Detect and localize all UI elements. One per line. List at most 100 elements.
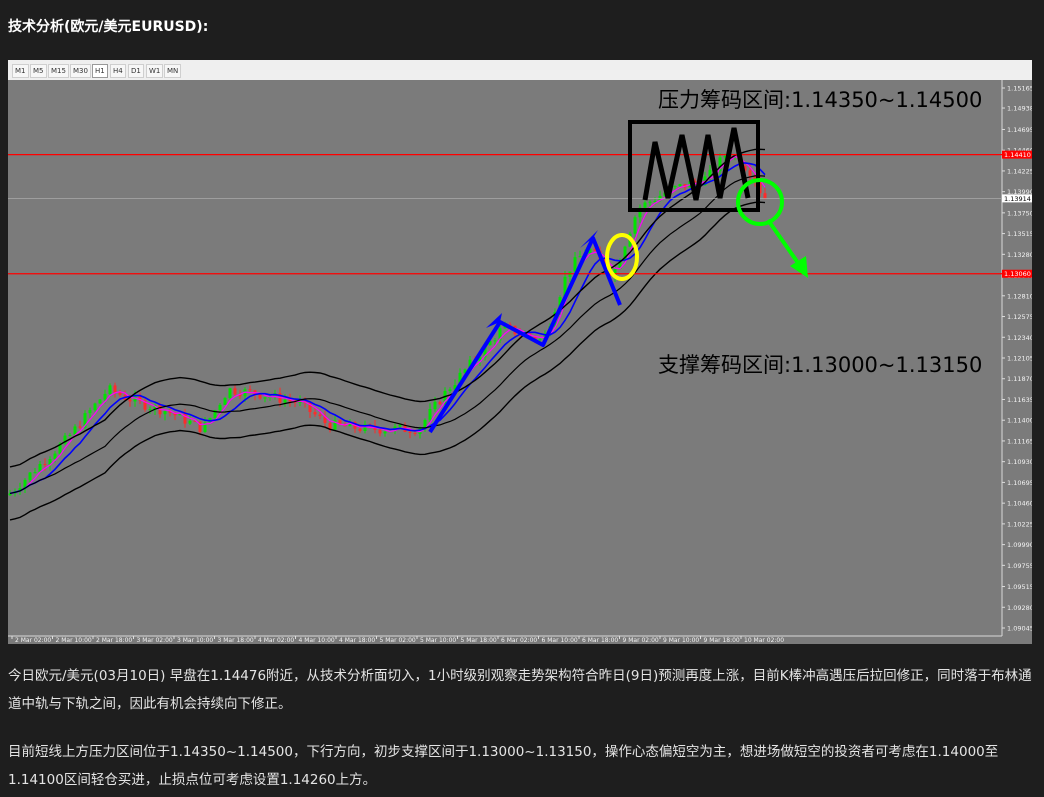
candle-body	[263, 397, 267, 399]
candlestick-chart: 1.151651.149381.146951.144601.142251.139…	[8, 80, 1032, 644]
candle-body	[43, 463, 47, 465]
time-tick-label: 4 Mar 10:00	[299, 637, 335, 644]
resistance-zone-label: 压力筹码区间:1.14350~1.14500	[658, 88, 982, 112]
price-tick-label: 1.14938	[1007, 105, 1032, 113]
price-tick-label: 1.10930	[1007, 458, 1032, 466]
price-tick-label: 1.11400	[1007, 417, 1032, 425]
time-tick-label: 3 Mar 18:00	[218, 637, 254, 644]
price-tick-label: 1.09515	[1007, 583, 1032, 591]
time-tick-label: 5 Mar 18:00	[461, 637, 497, 644]
timeframe-h1-button[interactable]: H1	[92, 64, 108, 78]
timeframe-toolbar: M1 M5 M15 M30 H1 H4 D1 W1 MN	[8, 60, 1032, 81]
candle-body	[88, 410, 92, 414]
timeframe-m1-button[interactable]: M1	[12, 64, 29, 78]
time-tick-label: 5 Mar 02:00	[380, 637, 416, 644]
time-tick-label: 9 Mar 18:00	[704, 637, 740, 644]
timeframe-w1-button[interactable]: W1	[146, 64, 164, 78]
candle-body	[228, 388, 232, 398]
candle-body	[318, 414, 322, 417]
candle-body	[283, 399, 287, 403]
time-tick-label: 9 Mar 02:00	[623, 637, 659, 644]
candle-body	[248, 389, 252, 391]
candle-body	[438, 401, 442, 405]
time-tick-label: 3 Mar 02:00	[137, 637, 173, 644]
candle-body	[433, 401, 437, 410]
candle-body	[678, 184, 682, 187]
timeframe-m5-button[interactable]: M5	[30, 64, 47, 78]
candle-body	[78, 426, 82, 428]
price-tick-label: 1.13515	[1007, 230, 1032, 238]
price-tick-label: 1.12575	[1007, 313, 1032, 321]
candle-body	[98, 399, 102, 404]
candle-body	[748, 170, 752, 176]
price-tick-label: 1.12340	[1007, 334, 1032, 342]
candle-body	[163, 411, 167, 415]
analysis-paragraph-2: 目前短线上方压力区间位于1.14350~1.14500，下行方向，初步支撑区间于…	[8, 744, 999, 788]
candle-body	[183, 413, 187, 424]
candle-body	[233, 388, 237, 395]
timeframe-m15-button[interactable]: M15	[48, 64, 69, 78]
page-title: 技术分析(欧元/美元EURUSD):	[8, 19, 209, 35]
price-tick-label: 1.09755	[1007, 562, 1032, 570]
time-tick-label: 2 Mar 10:00	[56, 637, 92, 644]
candle-body	[103, 393, 107, 400]
price-tick-label: 1.09990	[1007, 541, 1032, 549]
time-tick-label: 2 Mar 02:00	[15, 637, 51, 644]
candle-body	[358, 428, 362, 431]
price-tick-label: 1.11635	[1007, 396, 1032, 404]
candle-body	[633, 217, 637, 234]
time-tick-label: 6 Mar 18:00	[582, 637, 618, 644]
candle-body	[643, 202, 647, 208]
candle-body	[53, 453, 57, 460]
resistance-price-label: 1.14410	[1004, 151, 1031, 159]
time-tick-label: 4 Mar 02:00	[258, 637, 294, 644]
price-tick-label: 1.15165	[1007, 85, 1032, 93]
price-tick-label: 1.11165	[1007, 437, 1032, 445]
timeframe-d1-button[interactable]: D1	[128, 64, 144, 78]
price-tick-label: 1.10225	[1007, 520, 1032, 528]
price-tick-label: 1.14225	[1007, 167, 1032, 175]
time-tick-label: 6 Mar 10:00	[542, 637, 578, 644]
timeframe-mn-button[interactable]: MN	[164, 64, 182, 78]
time-tick-label: 4 Mar 18:00	[339, 637, 375, 644]
candle-body	[188, 420, 192, 424]
price-tick-label: 1.10460	[1007, 500, 1032, 508]
price-tick-label: 1.12810	[1007, 292, 1032, 300]
candle-body	[93, 403, 97, 411]
candle-body	[573, 257, 577, 272]
support-zone-label: 支撑筹码区间:1.13000~1.13150	[658, 353, 982, 377]
candle-body	[408, 431, 412, 433]
candle-body	[128, 399, 132, 402]
candle-body	[378, 429, 382, 434]
candle-body	[383, 431, 387, 434]
candle-body	[398, 424, 402, 427]
time-tick-label: 3 Mar 10:00	[177, 637, 213, 644]
price-tick-label: 1.09045	[1007, 625, 1032, 633]
timeframe-h4-button[interactable]: H4	[110, 64, 126, 78]
price-chart: M1 M5 M15 M30 H1 H4 D1 W1 MN 1.15165 1.14938 1.146…	[8, 60, 1032, 644]
candle-body	[258, 394, 262, 399]
candle-body	[428, 409, 432, 420]
price-tick-label: 1.10695	[1007, 479, 1032, 487]
price-tick-label: 1.13280	[1007, 251, 1032, 259]
candle-body	[578, 256, 582, 258]
candle-body	[673, 186, 677, 188]
price-tick-label: 1.09280	[1007, 604, 1032, 612]
price-tick-label: 1.11870	[1007, 375, 1032, 383]
candle-body	[653, 201, 657, 203]
current-price-label: 1.13914	[1004, 195, 1031, 203]
candle-body	[493, 340, 497, 342]
timeframe-m30-button[interactable]: M30	[70, 64, 91, 78]
support-price-label: 1.13060	[1004, 270, 1031, 278]
time-tick-label: 5 Mar 10:00	[420, 637, 456, 644]
analysis-paragraph-1: 今日欧元/美元(03月10日) 早盘在1.14476附近，从技术分析面切入，1小…	[8, 668, 1032, 712]
candle-body	[313, 412, 317, 415]
candle-body	[28, 472, 32, 480]
candle-body	[223, 397, 227, 405]
candle-body	[538, 339, 542, 341]
candle-body	[218, 404, 222, 411]
time-tick-label: 10 Mar 02:00	[744, 637, 784, 644]
price-tick-label: 1.12105	[1007, 355, 1032, 363]
candle-body	[118, 392, 122, 396]
time-tick-label: 6 Mar 02:00	[501, 637, 537, 644]
